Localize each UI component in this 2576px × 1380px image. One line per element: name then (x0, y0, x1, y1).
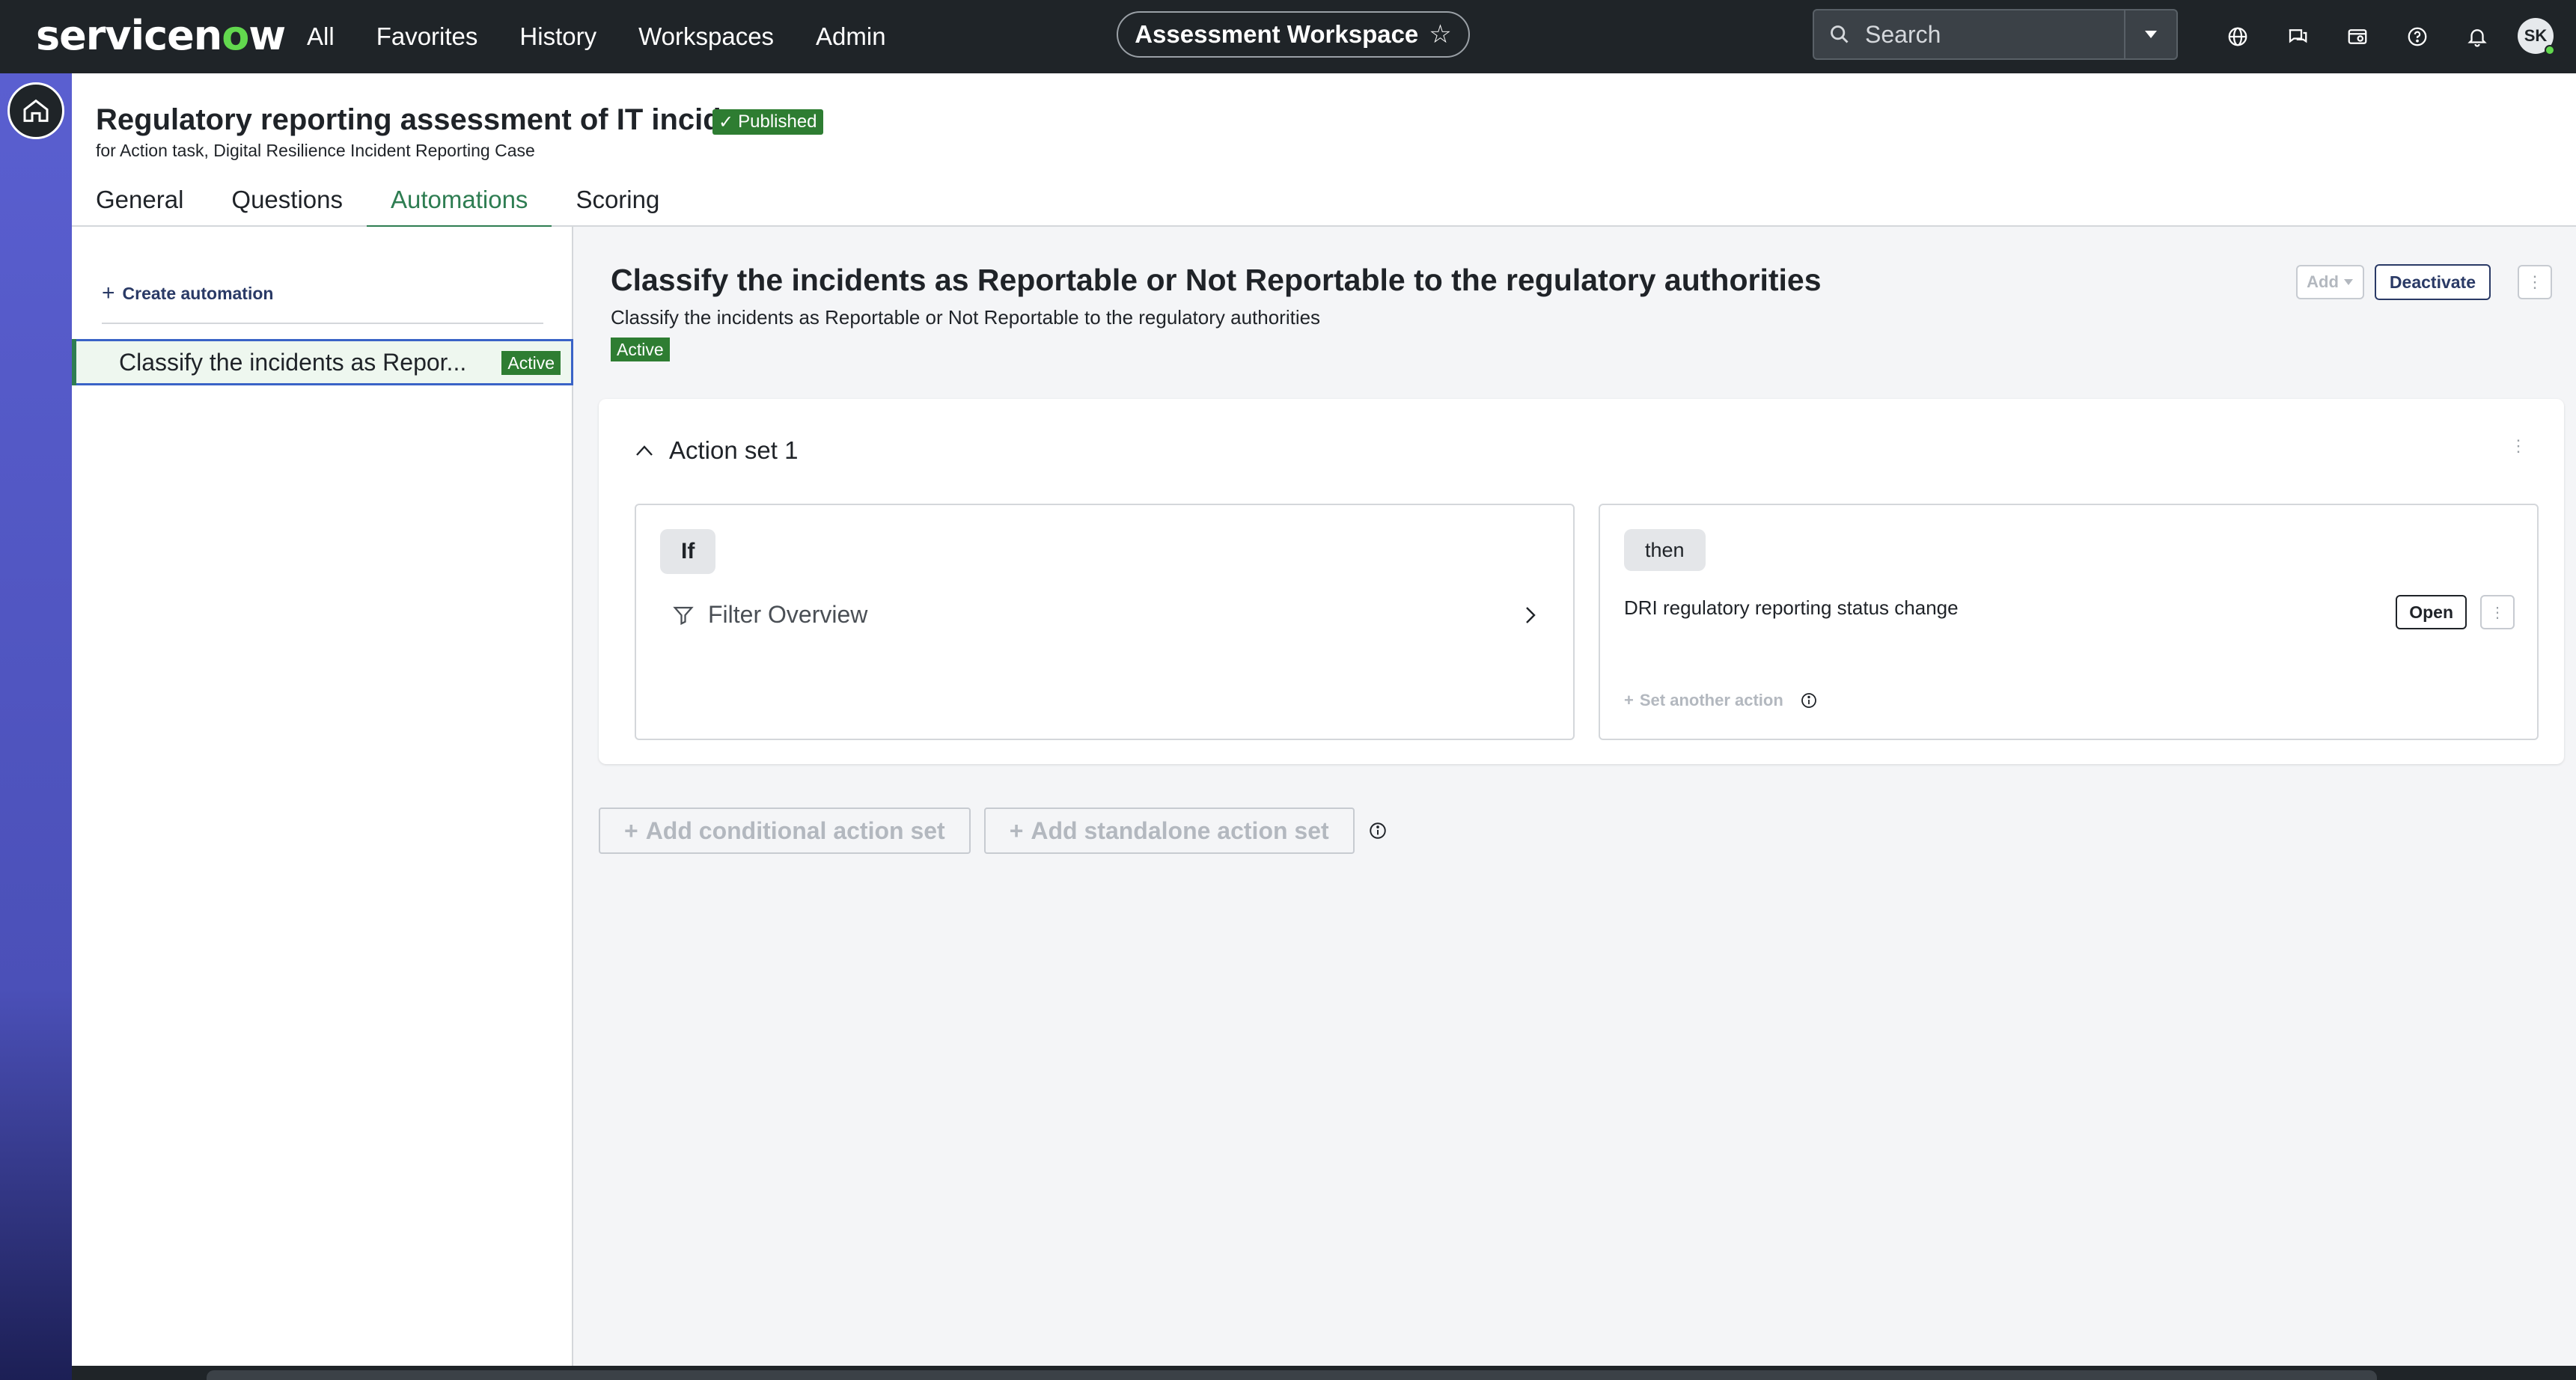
global-search[interactable]: Search (1813, 9, 2178, 60)
if-condition-box: If Filter Overview (635, 504, 1575, 740)
top-icons (2208, 0, 2507, 73)
deactivate-button[interactable]: Deactivate (2374, 264, 2491, 300)
action-set-title: Action set 1 (669, 436, 799, 464)
page-subtitle: for Action task, Digital Resilience Inci… (96, 141, 535, 160)
search-dropdown-button[interactable] (2124, 10, 2176, 58)
tab-automations[interactable]: Automations (367, 178, 552, 228)
bell-icon[interactable] (2447, 0, 2507, 73)
automation-list-item-label: Classify the incidents as Repor... (119, 348, 467, 376)
nav-item-admin[interactable]: Admin (816, 22, 886, 51)
add-conditional-action-set-button[interactable]: + Add conditional action set (599, 807, 971, 854)
servicenow-logo[interactable]: servicenow (36, 12, 286, 59)
automation-list-item[interactable]: Classify the incidents as Repor... Activ… (72, 339, 573, 385)
plus-icon: + (1009, 816, 1024, 844)
home-icon (23, 99, 49, 122)
presence-dot (2545, 45, 2555, 55)
set-another-action-label: Set another action (1639, 691, 1783, 709)
card-search-icon[interactable] (2328, 0, 2387, 73)
nav-item-all[interactable]: All (307, 22, 335, 51)
header-actions: Add Deactivate ⋮ (2296, 264, 2552, 300)
automation-status-badge: Active (611, 338, 670, 361)
caret-down-icon (2145, 31, 2157, 38)
plus-icon: + (624, 816, 638, 844)
set-another-action-button[interactable]: + Set another action (1624, 691, 1818, 710)
home-button[interactable] (7, 82, 64, 139)
action-set-header[interactable]: Action set 1 (635, 436, 798, 465)
caret-down-icon (2343, 279, 2353, 285)
action-more-icon[interactable]: ⋮ (2480, 595, 2515, 629)
check-icon: ✓ (718, 112, 734, 132)
automation-title: Classify the incidents as Reportable or … (611, 263, 1822, 297)
tab-questions[interactable]: Questions (207, 178, 367, 227)
automation-description: Classify the incidents as Reportable or … (611, 306, 1321, 329)
nav-item-favorites[interactable]: Favorites (376, 22, 478, 51)
workspace-title: Assessment Workspace (1135, 20, 1419, 48)
if-chip: If (660, 529, 716, 574)
more-options-icon[interactable]: ⋮ (2518, 265, 2552, 299)
then-action-box: then DRI regulatory reporting status cha… (1599, 504, 2539, 740)
info-icon (1801, 693, 1816, 708)
horizontal-scrollbar[interactable] (207, 1370, 2377, 1380)
nav-menu: All Favorites History Workspaces Admin (307, 0, 928, 73)
add-button-label: Add (2307, 272, 2339, 291)
chat-icon[interactable] (2268, 0, 2328, 73)
open-button[interactable]: Open (2396, 595, 2467, 629)
nav-item-history[interactable]: History (519, 22, 596, 51)
search-input[interactable]: Search (1865, 21, 2124, 49)
search-icon (1814, 24, 1865, 45)
chevron-up-icon (636, 445, 653, 456)
bottom-strip (72, 1366, 2576, 1380)
status-badge: ✓ Published (712, 109, 823, 135)
status-badge-label: Published (738, 112, 817, 132)
record-header: Regulatory reporting assessment of IT in… (72, 73, 2576, 228)
nav-item-workspaces[interactable]: Workspaces (638, 22, 774, 51)
add-button[interactable]: Add (2296, 265, 2364, 299)
filter-icon (673, 606, 694, 625)
filter-overview-label: Filter Overview (708, 601, 868, 628)
plus-icon: + (102, 281, 115, 305)
then-chip: then (1624, 529, 1706, 571)
action-set-card: Action set 1 ⋮ If Filter Overview then D… (599, 399, 2564, 764)
workspace-pill[interactable]: Assessment Workspace ☆ (1117, 11, 1470, 58)
action-set-more-icon[interactable]: ⋮ (2510, 436, 2527, 456)
automation-detail: Classify the incidents as Reportable or … (575, 227, 2576, 1366)
avatar-initials: SK (2524, 26, 2548, 45)
create-automation-button[interactable]: + Create automation (102, 281, 273, 306)
add-action-set-buttons: + Add conditional action set + Add stand… (599, 807, 1388, 854)
tab-bar: General Questions Automations Scoring (96, 178, 683, 228)
automation-list-panel: + Create automation Classify the inciden… (72, 227, 573, 1366)
tab-scoring[interactable]: Scoring (552, 178, 683, 227)
add-conditional-label: Add conditional action set (645, 816, 945, 844)
help-icon[interactable] (2387, 0, 2447, 73)
globe-icon[interactable] (2208, 0, 2268, 73)
chevron-right-icon (1526, 606, 1536, 623)
top-nav: servicenow All Favorites History Workspa… (0, 0, 2576, 73)
page-title: Regulatory reporting assessment of IT in… (96, 103, 783, 136)
filter-overview-row[interactable]: Filter Overview (672, 601, 1537, 629)
info-icon[interactable] (1368, 821, 1388, 840)
action-name: DRI regulatory reporting status change (1624, 596, 1959, 619)
plus-icon: + (1624, 691, 1634, 709)
automation-status-badge: Active (501, 351, 561, 375)
create-automation-label: Create automation (122, 283, 274, 303)
divider (102, 323, 543, 324)
add-standalone-label: Add standalone action set (1031, 816, 1329, 844)
add-standalone-action-set-button[interactable]: + Add standalone action set (983, 807, 1355, 854)
user-avatar[interactable]: SK (2518, 18, 2555, 55)
left-rail (0, 73, 72, 1380)
star-icon[interactable]: ☆ (1429, 19, 1451, 49)
tab-general[interactable]: General (96, 178, 207, 227)
